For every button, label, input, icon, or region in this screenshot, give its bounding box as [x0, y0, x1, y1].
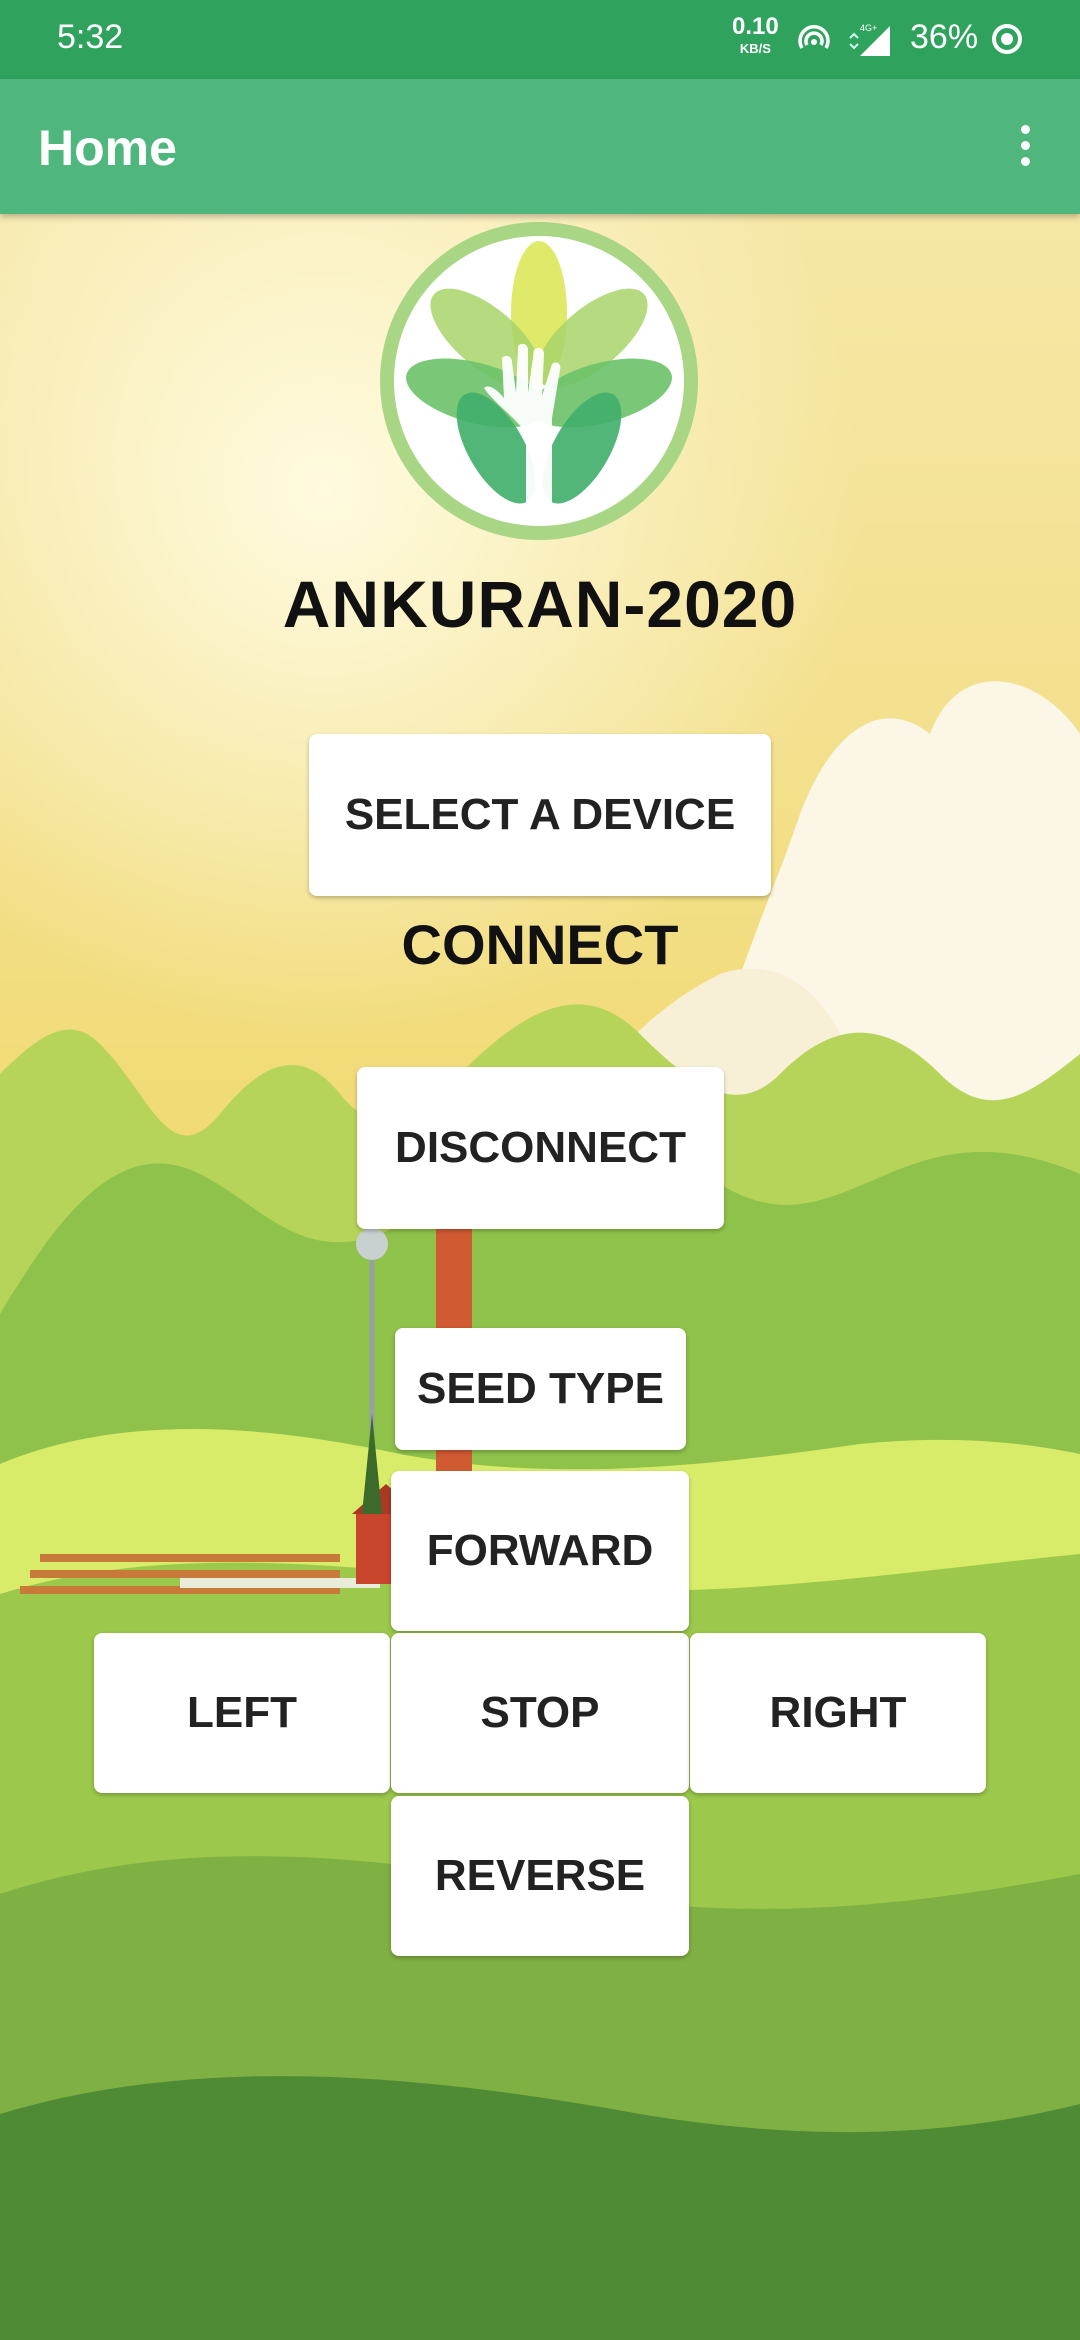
- right-button[interactable]: RIGHT: [690, 1633, 986, 1793]
- status-time: 5:32: [57, 18, 124, 56]
- forward-button[interactable]: FORWARD: [391, 1471, 689, 1631]
- network-speed: 0.10 KB/S: [732, 13, 779, 60]
- status-bar: 5:32 0.10 KB/S 4G+ 36%: [0, 0, 1080, 79]
- app-bar-title: Home: [38, 120, 177, 176]
- seed-type-button[interactable]: SEED TYPE: [395, 1328, 686, 1450]
- leaf-hand-logo-icon: [380, 222, 698, 540]
- select-device-button[interactable]: SELECT A DEVICE: [309, 734, 771, 896]
- stop-button[interactable]: STOP: [391, 1633, 689, 1793]
- app-title: ANKURAN-2020: [282, 567, 798, 641]
- network-type: 4G+: [860, 23, 877, 33]
- network-speed-value: 0.10: [732, 13, 779, 40]
- battery-percent: 36%: [910, 18, 979, 56]
- reverse-button[interactable]: REVERSE: [391, 1796, 689, 1956]
- network-speed-unit: KB/S: [739, 41, 771, 56]
- app-bar: Home: [0, 79, 1080, 214]
- disconnect-button[interactable]: DISCONNECT: [357, 1067, 724, 1229]
- battery-icon: [992, 24, 1022, 54]
- signal-icon: 4G+: [849, 23, 890, 56]
- left-button[interactable]: LEFT: [94, 1633, 390, 1793]
- connect-button[interactable]: CONNECT: [0, 912, 1080, 977]
- hotspot-icon: [798, 25, 830, 49]
- overflow-menu-icon[interactable]: [1010, 125, 1040, 175]
